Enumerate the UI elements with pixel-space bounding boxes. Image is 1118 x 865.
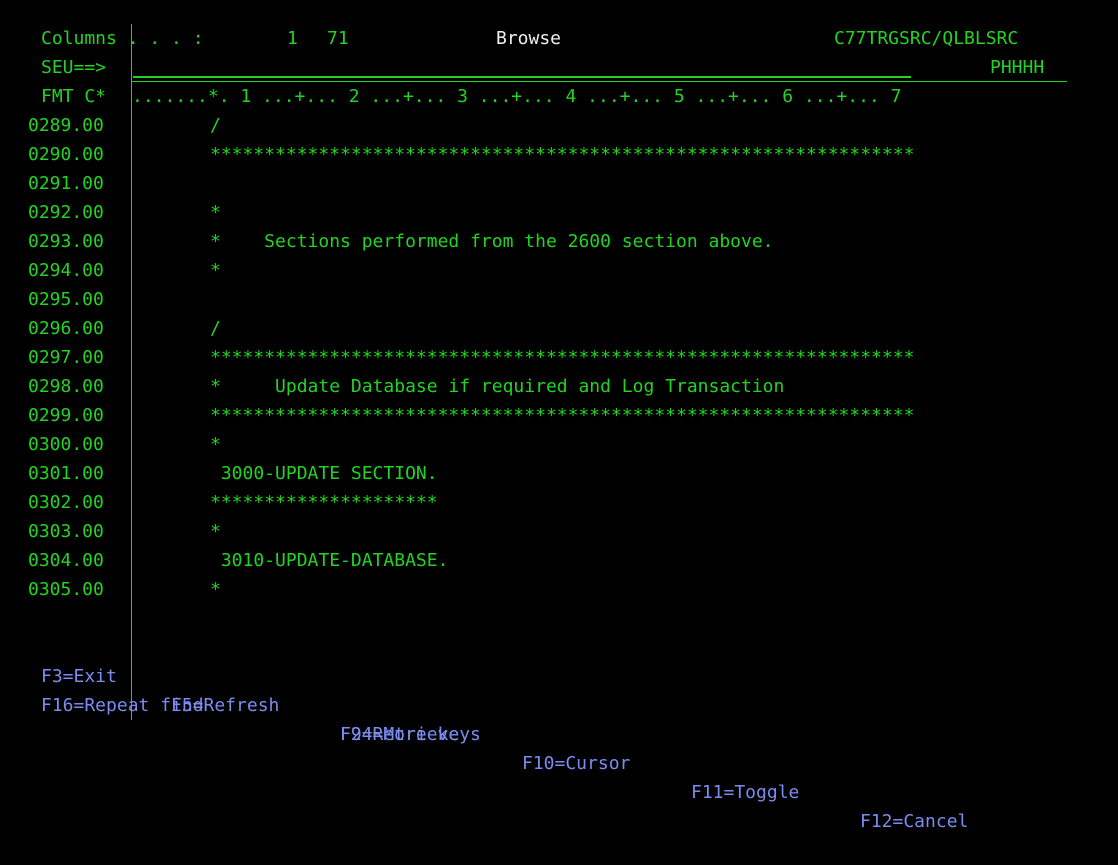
sequence-number[interactable]: 0291.00 (28, 169, 104, 198)
f3-exit-key[interactable]: F3=Exit (41, 662, 117, 691)
format-label: FMT C* (41, 86, 107, 107)
f11-toggle-key[interactable]: F11=Toggle (691, 778, 799, 807)
sequence-number[interactable]: 0299.00 (28, 401, 104, 430)
source-member: C77TRGSRC/QLBLSRC (834, 28, 1019, 49)
sequence-number[interactable]: 0303.00 (28, 517, 104, 546)
sequence-number[interactable]: 0295.00 (28, 285, 104, 314)
f12-cancel-key[interactable]: F12=Cancel (860, 807, 968, 836)
source-line-text: 3000-UPDATE SECTION. (210, 463, 438, 484)
command-input[interactable] (134, 53, 910, 77)
prefix-divider (131, 24, 132, 720)
columns-label: Columns . . . : (41, 28, 204, 49)
columns-from: 1 (287, 28, 298, 49)
ruler-row: FMT C* .......*. 1 ...+... 2 ...+... 3 .… (0, 82, 901, 111)
header-row: Columns . . . : 1 71 Browse C77TRGSRC/QL… (0, 24, 1018, 53)
command-prompt: SEU==> (41, 57, 107, 78)
sequence-number[interactable]: 0290.00 (28, 140, 104, 169)
source-line-text: ****************************************… (210, 144, 915, 165)
f16-repeat-find-key[interactable]: F16=Repeat find (41, 691, 204, 720)
member-name: PHHHH (990, 57, 1045, 78)
source-line-text: ****************************************… (210, 347, 915, 368)
sequence-number[interactable]: 0298.00 (28, 372, 104, 401)
source-line-text: * Update Database if required and Log Tr… (210, 376, 785, 397)
source-line-text: 3010-UPDATE-DATABASE. (210, 550, 449, 571)
source-line-text: ****************************************… (210, 405, 915, 426)
sequence-number[interactable]: 0305.00 (28, 575, 104, 604)
f10-cursor-key[interactable]: F10=Cursor (522, 749, 630, 778)
f24-more-keys-key[interactable]: F24=More keys (340, 720, 481, 749)
command-input-underline (133, 76, 911, 78)
function-keys-row-2: F16=Repeat find F24=More keys (0, 662, 481, 745)
sequence-number[interactable]: 0301.00 (28, 459, 104, 488)
sequence-number[interactable]: 0304.00 (28, 546, 104, 575)
source-line-text: ********************* (210, 492, 438, 513)
sequence-number[interactable]: 0300.00 (28, 430, 104, 459)
sequence-number[interactable]: 0293.00 (28, 227, 104, 256)
source-line-text: / (210, 318, 221, 339)
sequence-number[interactable]: 0294.00 (28, 256, 104, 285)
column-ruler: .......*. 1 ...+... 2 ...+... 3 ...+... … (132, 86, 902, 107)
source-line-text: * (210, 260, 221, 281)
sequence-number[interactable]: 0302.00 (28, 488, 104, 517)
source-line-text: * (210, 434, 221, 455)
source-line-text: * (210, 521, 221, 542)
sequence-number[interactable]: 0289.00 (28, 111, 104, 140)
sequence-number[interactable]: 0296.00 (28, 314, 104, 343)
source-line-text: * Sections performed from the 2600 secti… (210, 231, 774, 252)
source-line-text: * (210, 579, 221, 600)
function-keys-row-1: F3=Exit F5=Refresh F9=Retrieve F10=Curso… (0, 633, 968, 832)
command-row: SEU==> PHHHH (0, 53, 1044, 82)
sequence-number[interactable]: 0292.00 (28, 198, 104, 227)
source-line-text: / (210, 115, 221, 136)
mode-title: Browse (496, 28, 562, 49)
source-line-text: * (210, 202, 221, 223)
columns-to: 71 (327, 28, 349, 49)
sequence-number[interactable]: 0297.00 (28, 343, 104, 372)
